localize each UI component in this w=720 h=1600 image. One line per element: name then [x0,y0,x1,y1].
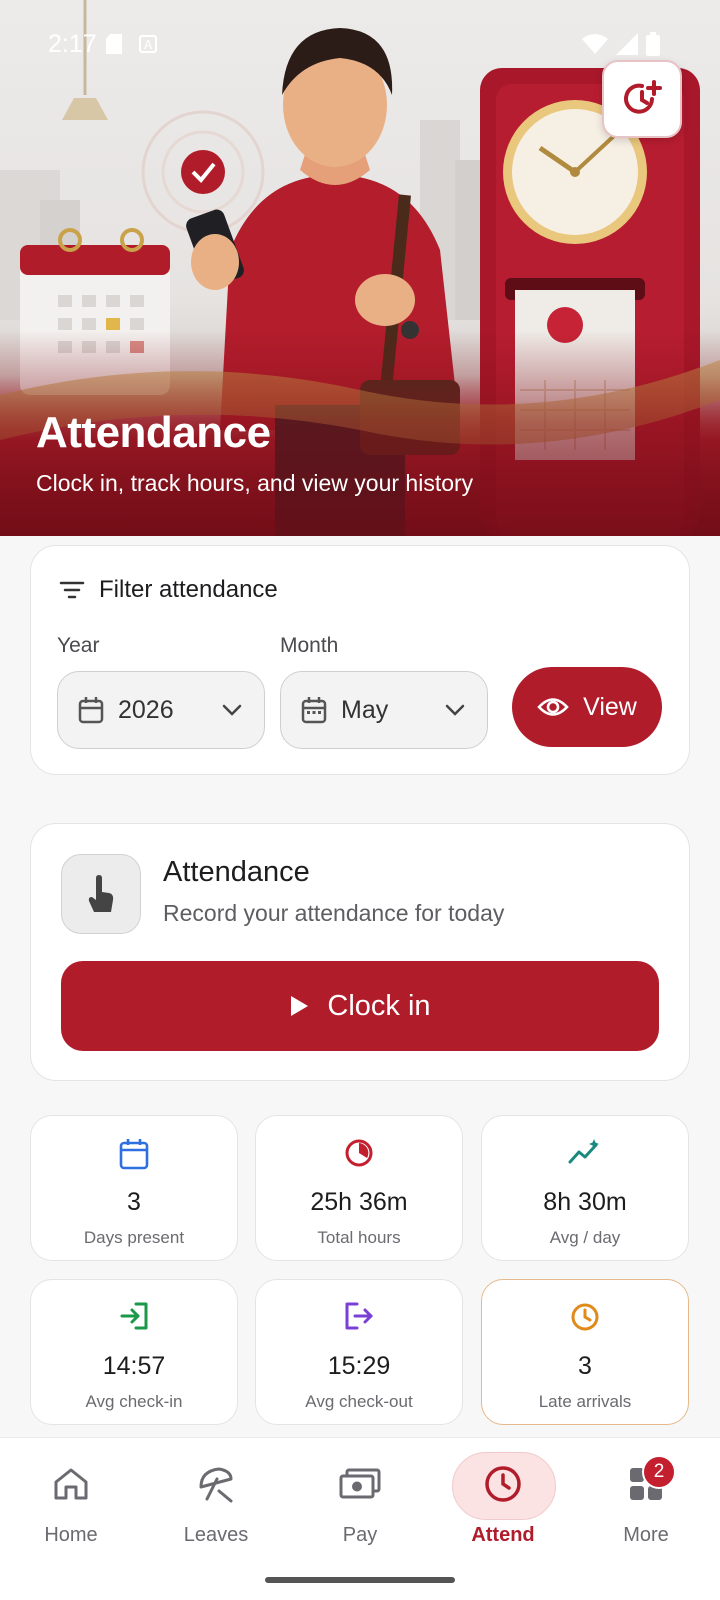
filter-header: Filter attendance [59,576,278,604]
status-time: 2:17 [48,30,97,58]
nav-item-leaves[interactable]: Leaves [156,1452,276,1562]
month-select[interactable]: May [280,671,488,749]
stat-value: 3 [578,1352,592,1380]
home-icon [54,1468,88,1500]
hero-banner: 2:17 A Attendance Clock in, track hours,… [0,0,720,536]
pie-clock-icon [345,1139,373,1167]
stat-label: Total hours [317,1228,401,1247]
nav-label: More [623,1524,669,1546]
status-notification-icons: A [106,34,158,54]
money-icon [339,1468,381,1499]
attendance-title: Attendance [163,856,310,888]
month-value: May [341,695,389,724]
stat-label: Avg check-in [85,1392,183,1411]
year-select[interactable]: 2026 [57,671,265,749]
nav-item-home[interactable]: Home [11,1452,131,1562]
status-system-icons [582,32,660,56]
eye-icon [537,698,569,716]
nav-label: Pay [342,1524,378,1546]
sd-card-icon [106,34,122,54]
trend-sparkle-icon [568,1139,599,1164]
clock-in-label: Clock in [327,989,431,1022]
tap-hand-icon [88,875,114,912]
history-add-button[interactable] [602,60,682,138]
play-icon [291,996,309,1016]
page-title: Attendance [36,408,271,457]
attendance-subtitle: Record your attendance for today [163,900,505,926]
stat-label: Late arrivals [538,1392,632,1411]
calendar-icon [78,697,104,724]
clock-icon [485,1466,521,1502]
text-a-icon: A [139,35,157,53]
svg-text:A: A [144,38,153,52]
login-icon [120,1302,148,1330]
month-label: Month [280,634,339,657]
nav-label: Attend [471,1524,535,1546]
stat-late-arrivals: 3 Late arrivals [481,1279,689,1425]
clock-icon [571,1303,599,1331]
filter-icon [59,581,85,599]
logout-icon [345,1302,373,1330]
nav-item-attend[interactable]: Attend [443,1452,563,1562]
attendance-icon-box [61,854,141,934]
stat-days-present: 3 Days present [30,1115,238,1261]
calendar-icon [301,697,327,724]
bottom-navigation: Home Leaves Pay Attend More [0,1437,720,1600]
signal-icon [616,33,638,55]
stat-avg-check-in: 14:57 Avg check-in [30,1279,238,1425]
stat-avg-day: 8h 30m Avg / day [481,1115,689,1261]
chevron-down-icon [445,704,465,716]
calendar-icon [119,1139,149,1170]
stat-avg-check-out: 15:29 Avg check-out [255,1279,463,1425]
page-subtitle: Clock in, track hours, and view your his… [36,470,474,496]
year-value: 2026 [118,695,174,724]
stat-value: 25h 36m [310,1188,408,1216]
filter-card: Filter attendance Year 2026 Month May Vi… [30,545,690,775]
more-badge: 2 [642,1455,676,1489]
stat-value: 8h 30m [543,1188,627,1216]
chevron-down-icon [222,704,242,716]
battery-icon [646,32,660,56]
status-bar: 2:17 A [0,24,720,64]
clock-in-button[interactable]: Clock in [61,961,659,1051]
attendance-card: Attendance Record your attendance for to… [30,823,690,1081]
view-button[interactable]: View [512,667,662,747]
nav-item-pay[interactable]: Pay [300,1452,420,1562]
filter-title: Filter attendance [99,576,278,603]
stat-value: 3 [127,1188,141,1216]
stat-label: Avg check-out [305,1392,413,1411]
view-button-label: View [583,692,637,721]
clock-plus-icon [624,80,662,114]
stat-value: 14:57 [102,1352,166,1380]
stat-value: 15:29 [327,1352,391,1380]
nav-label: Home [44,1524,98,1546]
nav-label: Leaves [183,1524,249,1546]
home-indicator[interactable] [265,1577,455,1583]
stat-label: Days present [83,1228,185,1247]
umbrella-icon [199,1467,233,1503]
stat-label: Avg / day [549,1228,621,1247]
year-label: Year [57,634,100,657]
wifi-icon [582,34,608,54]
stat-total-hours: 25h 36m Total hours [255,1115,463,1261]
